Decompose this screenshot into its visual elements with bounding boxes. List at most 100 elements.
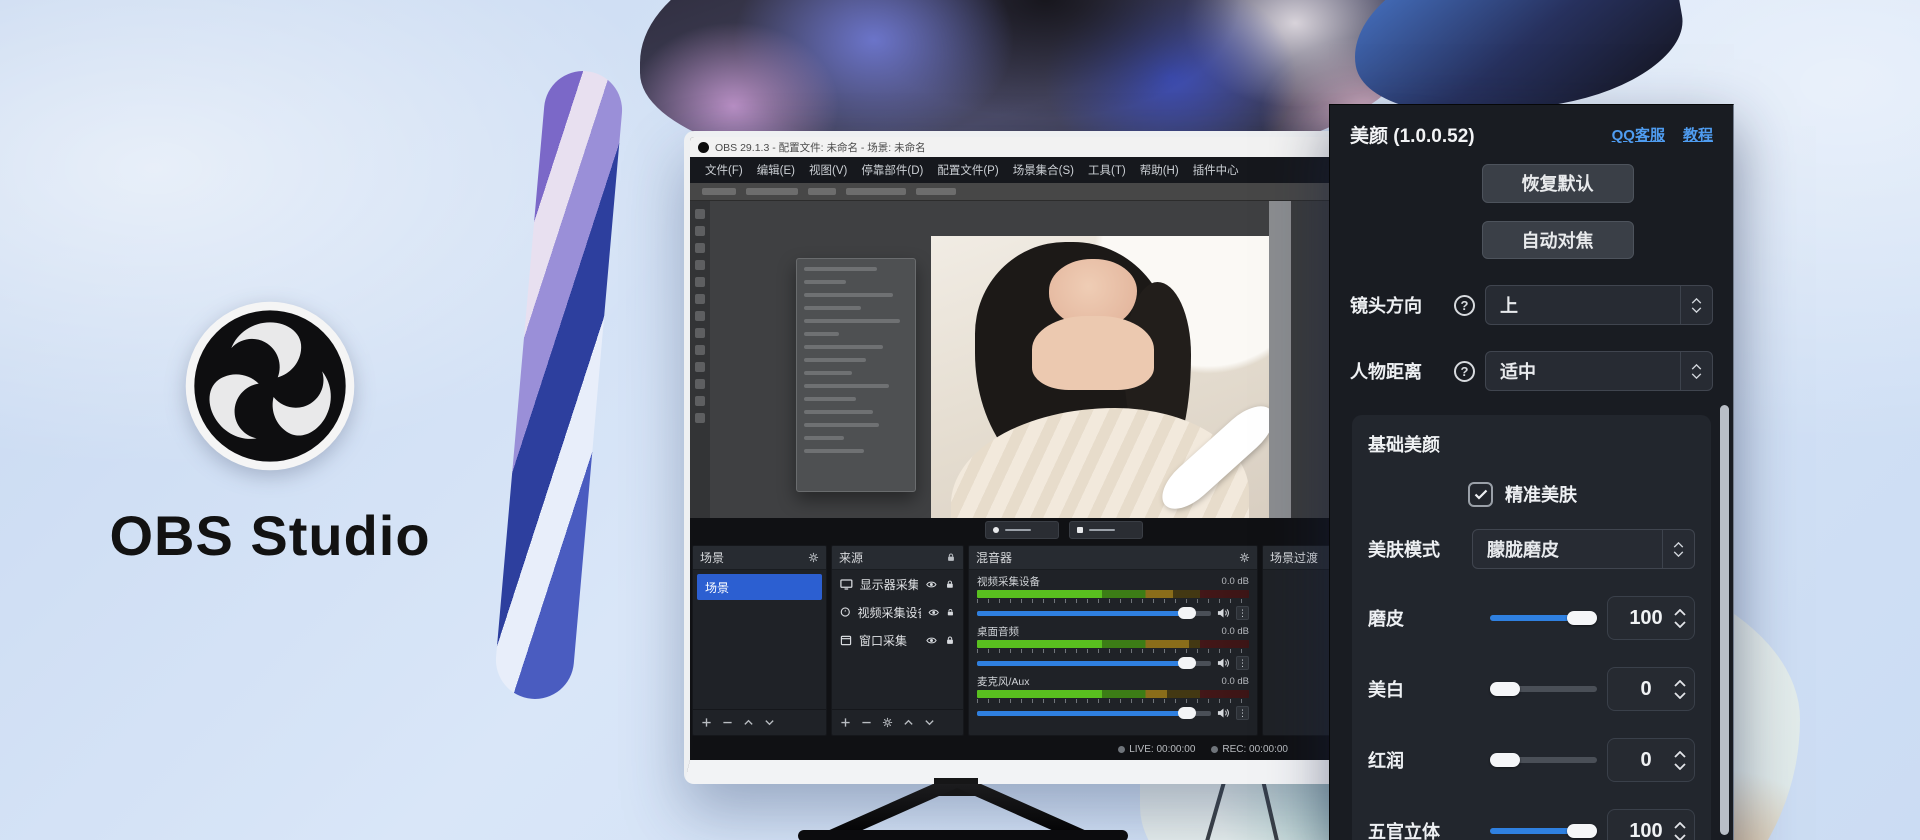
qq-support-link[interactable]: QQ客服: [1612, 124, 1665, 145]
move-source-up-button[interactable]: [903, 717, 914, 728]
remove-scene-button[interactable]: [722, 717, 733, 728]
eye-icon[interactable]: [925, 635, 938, 646]
scenes-dock: 场景 场景: [692, 545, 827, 736]
rosy-slider[interactable]: [1490, 757, 1597, 763]
lock-icon[interactable]: [945, 579, 955, 590]
beauty-filter-panel: 美颜 (1.0.0.52) QQ客服 教程 恢复默认 自动对焦 镜头方向 ? 上…: [1329, 104, 1734, 840]
precise-skin-checkbox[interactable]: [1468, 482, 1493, 507]
basic-beauty-section: 基础美颜 精准美肤 美肤模式 朦胧磨皮 磨皮: [1352, 415, 1711, 840]
live-dot-icon: [1118, 746, 1125, 753]
volume-slider[interactable]: [977, 711, 1211, 716]
chevron-up-down-icon: [1680, 286, 1712, 324]
preview-toolbar-button-1[interactable]: [985, 521, 1059, 539]
menu-help[interactable]: 帮助(H): [1133, 162, 1186, 178]
eye-icon[interactable]: [928, 607, 939, 618]
monitor-stand-leg: [816, 784, 966, 836]
spinner-arrows-icon[interactable]: [1674, 751, 1686, 770]
move-source-down-button[interactable]: [924, 717, 935, 728]
smoothing-slider[interactable]: [1490, 615, 1597, 621]
help-icon[interactable]: ?: [1454, 361, 1475, 382]
menu-plugin-center[interactable]: 插件中心: [1186, 162, 1246, 178]
preview-toolbar-button-2[interactable]: [1069, 521, 1143, 539]
speaker-icon[interactable]: [1217, 707, 1230, 719]
menu-edit[interactable]: 编辑(E): [750, 162, 802, 178]
sources-dock: 来源 显示器采集 视频采集设备: [831, 545, 964, 736]
whitening-slider-row: 美白 0: [1368, 667, 1695, 711]
camera-icon: [840, 606, 851, 618]
menu-file[interactable]: 文件(F): [698, 162, 750, 178]
rosy-slider-row: 红润 0: [1368, 738, 1695, 782]
channel-menu-button[interactable]: ⋮: [1236, 706, 1249, 720]
auto-focus-button[interactable]: 自动对焦: [1482, 221, 1634, 260]
spinner-arrows-icon[interactable]: [1674, 680, 1686, 699]
whitening-slider[interactable]: [1490, 686, 1597, 692]
gear-icon[interactable]: [1239, 552, 1250, 563]
subject-distance-select[interactable]: 适中: [1485, 351, 1713, 391]
preview-toolbar: [690, 518, 1438, 542]
panel-scrollbar[interactable]: [1720, 405, 1729, 835]
volume-slider[interactable]: [977, 661, 1211, 666]
preview-captured-photo-editor: [690, 201, 1438, 518]
volume-slider[interactable]: [977, 611, 1211, 616]
add-source-button[interactable]: [840, 717, 851, 728]
source-row[interactable]: 视频采集设备: [832, 598, 963, 626]
tutorial-link[interactable]: 教程: [1683, 124, 1713, 145]
move-scene-up-button[interactable]: [743, 717, 754, 728]
source-row[interactable]: 窗口采集: [832, 626, 963, 654]
captured-app-options-bar: [690, 183, 1438, 201]
editor-floating-panel: [796, 258, 916, 492]
rec-dot-icon: [1211, 746, 1218, 753]
window-title: OBS 29.1.3 - 配置文件: 未命名 - 场景: 未命名: [715, 140, 926, 155]
speaker-icon[interactable]: [1217, 657, 1230, 669]
mixer-channel: 桌面音频0.0 dB ⋮: [969, 620, 1257, 670]
transitions-dock-title: 场景过渡: [1270, 549, 1318, 566]
editor-tool-strip: [690, 201, 710, 518]
smoothing-spinbox[interactable]: 100: [1607, 596, 1695, 640]
smoothing-slider-row: 磨皮 100: [1368, 596, 1695, 640]
facial-contour-slider-row: 五官立体 100: [1368, 809, 1695, 840]
spinner-arrows-icon[interactable]: [1674, 822, 1686, 840]
channel-menu-button[interactable]: ⋮: [1236, 606, 1249, 620]
menu-tools[interactable]: 工具(T): [1081, 162, 1133, 178]
stage: OBS Studio OBS 29.1.3 - 配置文件: 未命名 - 场景: …: [0, 0, 1920, 840]
vu-meter: [977, 640, 1249, 648]
subject-distance-label: 人物距离: [1350, 358, 1454, 384]
mixer-channel: 麦克风/Aux0.0 dB ⋮: [969, 670, 1257, 720]
camera-direction-select[interactable]: 上: [1485, 285, 1713, 325]
whitening-spinbox[interactable]: 0: [1607, 667, 1695, 711]
lock-icon[interactable]: [946, 552, 956, 563]
scenes-dock-title: 场景: [700, 549, 724, 566]
live-timer: LIVE: 00:00:00: [1118, 744, 1195, 755]
facial-contour-slider[interactable]: [1490, 828, 1597, 834]
source-row[interactable]: 显示器采集: [832, 570, 963, 598]
skin-mode-label: 美肤模式: [1368, 536, 1472, 562]
vu-meter: [977, 690, 1249, 698]
help-icon[interactable]: ?: [1454, 295, 1475, 316]
lock-icon[interactable]: [945, 635, 955, 646]
channel-menu-button[interactable]: ⋮: [1236, 656, 1249, 670]
remove-source-button[interactable]: [861, 717, 872, 728]
subject-distance-row: 人物距离 ? 适中: [1350, 351, 1713, 391]
menu-profile[interactable]: 配置文件(P): [930, 162, 1005, 178]
audio-mixer-dock: 混音器 视频采集设备0.0 dB ⋮: [968, 545, 1258, 736]
camera-direction-label: 镜头方向: [1350, 292, 1454, 318]
move-scene-down-button[interactable]: [764, 717, 775, 728]
speaker-icon[interactable]: [1217, 607, 1230, 619]
facial-contour-spinbox[interactable]: 100: [1607, 809, 1695, 840]
spinner-arrows-icon[interactable]: [1674, 609, 1686, 628]
menu-docks[interactable]: 停靠部件(D): [854, 162, 930, 178]
add-scene-button[interactable]: [701, 717, 712, 728]
source-properties-gear-icon[interactable]: [882, 717, 893, 728]
rosy-spinbox[interactable]: 0: [1607, 738, 1695, 782]
check-icon: [1474, 489, 1488, 500]
menu-scene-collection[interactable]: 场景集合(S): [1006, 162, 1081, 178]
skin-mode-select[interactable]: 朦胧磨皮: [1472, 529, 1695, 569]
beauty-panel-title: 美颜 (1.0.0.52): [1350, 121, 1475, 148]
gear-icon[interactable]: [808, 552, 819, 563]
mixer-dock-title: 混音器: [976, 549, 1012, 566]
lock-icon[interactable]: [946, 607, 955, 618]
restore-defaults-button[interactable]: 恢复默认: [1482, 164, 1634, 203]
menu-view[interactable]: 视图(V): [802, 162, 854, 178]
eye-icon[interactable]: [925, 579, 938, 590]
scene-item[interactable]: 场景: [697, 574, 822, 600]
